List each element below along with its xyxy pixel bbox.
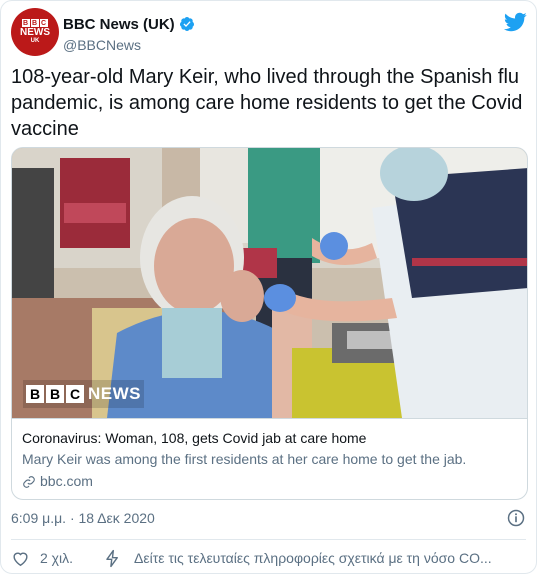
bbc-news-logo: B B C NEWS bbox=[23, 380, 144, 408]
link-card[interactable]: B B C NEWS Coronavirus: Woman, 108, gets… bbox=[11, 147, 528, 500]
twitter-bird-icon[interactable] bbox=[503, 10, 527, 34]
avatar-uk: UK bbox=[30, 38, 40, 44]
bbc-logo-news: NEWS bbox=[88, 384, 141, 403]
card-description: Mary Keir was among the first residents … bbox=[22, 451, 467, 467]
timestamp[interactable]: 6:09 μ.μ. · 18 Δεκ 2020 bbox=[11, 510, 155, 526]
avatar-bbc-blocks: B B C bbox=[22, 19, 48, 27]
heart-icon bbox=[13, 552, 28, 566]
account-names: BBC News (UK) @BBCNews bbox=[63, 15, 195, 53]
avatar-letter: B bbox=[31, 19, 39, 27]
display-name-row[interactable]: BBC News (UK) bbox=[63, 15, 195, 33]
tweet-header: B B C NEWS UK BBC News (UK) @BBCNews bbox=[11, 8, 528, 56]
tweet-embed: B B C NEWS UK BBC News (UK) @BBCNews 108… bbox=[0, 0, 537, 574]
avatar-letter: B bbox=[22, 19, 30, 27]
like-count: 2 χιλ. bbox=[40, 550, 74, 566]
avatar-letter: C bbox=[40, 19, 48, 27]
covid-info-link[interactable]: Δείτε τις τελευταίες πληροφορίες σχετικά… bbox=[103, 549, 523, 568]
bbc-logo-letter: B bbox=[46, 385, 64, 403]
info-icon[interactable] bbox=[506, 508, 526, 528]
bbc-logo-blocks: B B C bbox=[26, 385, 84, 403]
handle[interactable]: @BBCNews bbox=[63, 37, 195, 53]
display-name[interactable]: BBC News (UK) bbox=[63, 16, 175, 33]
covid-info-text[interactable]: Δείτε τις τελευταίες πληροφορίες σχετικά… bbox=[134, 550, 492, 566]
verified-badge-icon bbox=[179, 17, 194, 31]
like-button[interactable]: 2 χιλ. bbox=[11, 549, 73, 568]
bolt-icon bbox=[106, 549, 118, 567]
card-domain-text[interactable]: bbc.com bbox=[40, 472, 93, 491]
card-title[interactable]: Coronavirus: Woman, 108, gets Covid jab … bbox=[22, 429, 517, 448]
card-body[interactable]: Coronavirus: Woman, 108, gets Covid jab … bbox=[12, 418, 527, 491]
vaccination-photo bbox=[12, 148, 527, 418]
card-image[interactable]: B B C NEWS bbox=[12, 148, 527, 418]
bbc-logo-letter: C bbox=[66, 385, 84, 403]
bbc-logo-letter: B bbox=[26, 385, 44, 403]
card-domain[interactable]: bbc.com bbox=[22, 472, 517, 491]
tweet-actions: 2 χιλ. Δείτε τις τελευταίες πληροφορίες … bbox=[11, 546, 528, 570]
avatar-news: NEWS bbox=[20, 27, 50, 38]
link-icon bbox=[23, 475, 35, 488]
avatar[interactable]: B B C NEWS UK bbox=[11, 8, 59, 56]
divider bbox=[11, 539, 526, 540]
tweet-text: 108-year-old Mary Keir, who lived throug… bbox=[11, 66, 523, 140]
